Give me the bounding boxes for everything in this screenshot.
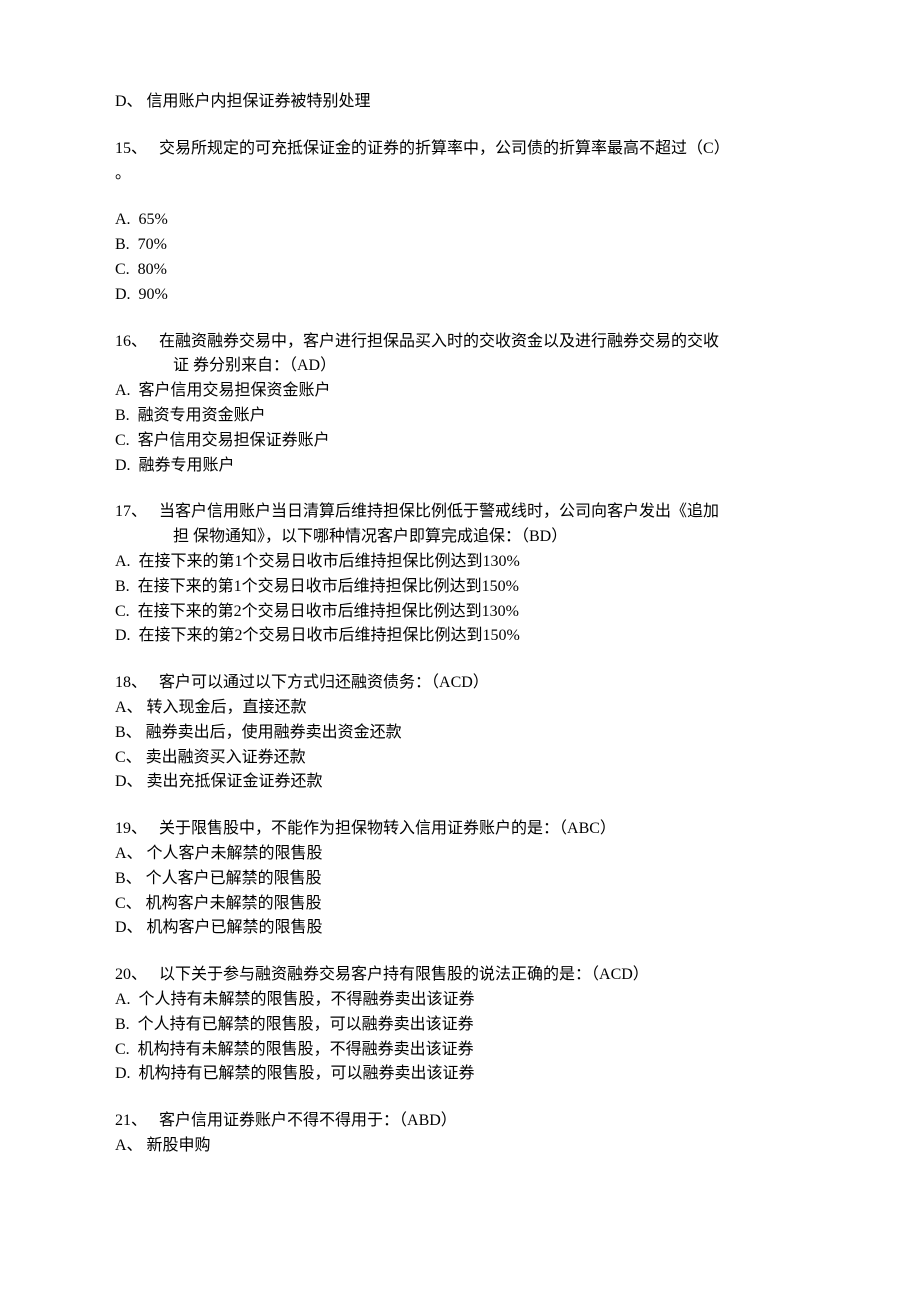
q15-opt-a: A. 65% [115,208,810,233]
question-16: 16、 在融资融券交易中，客户进行担保品买入时的交收资金以及进行融券交易的交收 … [115,330,810,479]
q21-stem-text: 客户信用证券账户不得不得用于：（ABD） [147,1112,457,1129]
q18-stem-text: 客户可以通过以下方式归还融资债务：（ACD） [147,674,489,691]
q17-opt-b: B. 在接下来的第1个交易日收市后维持担保比例达到150% [115,575,810,600]
q19-stem: 19、 关于限售股中，不能作为担保物转入信用证券账户的是：（ABC） [115,817,810,842]
question-18: 18、 客户可以通过以下方式归还融资债务：（ACD） A、 转入现金后，直接还款… [115,671,810,795]
q15-stem-text: 交易所规定的可充抵保证金的证券的折算率中，公司债的折算率最高不超过（C） [147,140,730,157]
q16-stem-text: 在融资融券交易中，客户进行担保品买入时的交收资金以及进行融券交易的交收 [147,333,719,350]
q21-stem: 21、 客户信用证券账户不得不得用于：（ABD） [115,1109,810,1134]
q16-opt-a: A. 客户信用交易担保资金账户 [115,379,810,404]
q18-opt-b: B、 融券卖出后，使用融券卖出资金还款 [115,721,810,746]
q15-stem-cont: 。 [115,162,810,187]
q17-opt-a: A. 在接下来的第1个交易日收市后维持担保比例达到130% [115,550,810,575]
q21-num: 21、 [115,1112,147,1129]
q16-opt-c: C. 客户信用交易担保证券账户 [115,429,810,454]
q15-opt-d: D. 90% [115,283,810,308]
q16-num: 16、 [115,333,147,350]
q16-stem: 16、 在融资融券交易中，客户进行担保品买入时的交收资金以及进行融券交易的交收 [115,330,810,355]
q20-stem-text: 以下关于参与融资融券交易客户持有限售股的说法正确的是：（ACD） [147,966,649,983]
q19-opt-c: C、 机构客户未解禁的限售股 [115,892,810,917]
q20-opt-c: C. 机构持有未解禁的限售股，不得融券卖出该证券 [115,1038,810,1063]
question-20: 20、 以下关于参与融资融券交易客户持有限售股的说法正确的是：（ACD） A. … [115,963,810,1087]
q16-stem-cont: 证 券分别来自：（AD） [115,354,810,379]
q16-opt-b: B. 融资专用资金账户 [115,404,810,429]
q16-opt-d: D. 融券专用账户 [115,454,810,479]
q17-num: 17、 [115,503,147,520]
q18-num: 18、 [115,674,147,691]
q19-num: 19、 [115,820,147,837]
q15-opt-c: C. 80% [115,258,810,283]
q18-opt-c: C、 卖出融资买入证券还款 [115,746,810,771]
option-d: D、 信用账户内担保证券被特别处理 [115,90,810,115]
pre-q15-option: D、 信用账户内担保证券被特别处理 [115,90,810,115]
q19-opt-a: A、 个人客户未解禁的限售股 [115,842,810,867]
q18-stem: 18、 客户可以通过以下方式归还融资债务：（ACD） [115,671,810,696]
q20-opt-d: D. 机构持有已解禁的限售股，可以融券卖出该证券 [115,1062,810,1087]
q19-stem-text: 关于限售股中，不能作为担保物转入信用证券账户的是：（ABC） [147,820,616,837]
q20-opt-b: B. 个人持有已解禁的限售股，可以融券卖出该证券 [115,1013,810,1038]
q17-stem: 17、 当客户信用账户当日清算后维持担保比例低于警戒线时，公司向客户发出《追加 [115,500,810,525]
q20-opt-a: A. 个人持有未解禁的限售股，不得融券卖出该证券 [115,988,810,1013]
q21-opt-a: A、 新股申购 [115,1134,810,1159]
q18-opt-d: D、 卖出充抵保证金证券还款 [115,770,810,795]
q19-opt-b: B、 个人客户已解禁的限售股 [115,867,810,892]
q20-num: 20、 [115,966,147,983]
q17-opt-d: D. 在接下来的第2个交易日收市后维持担保比例达到150% [115,624,810,649]
question-17: 17、 当客户信用账户当日清算后维持担保比例低于警戒线时，公司向客户发出《追加 … [115,500,810,649]
question-15: 15、 交易所规定的可充抵保证金的证券的折算率中，公司债的折算率最高不超过（C）… [115,137,810,308]
q20-stem: 20、 以下关于参与融资融券交易客户持有限售股的说法正确的是：（ACD） [115,963,810,988]
q18-opt-a: A、 转入现金后，直接还款 [115,696,810,721]
q17-stem-text: 当客户信用账户当日清算后维持担保比例低于警戒线时，公司向客户发出《追加 [147,503,719,520]
question-19: 19、 关于限售股中，不能作为担保物转入信用证券账户的是：（ABC） A、 个人… [115,817,810,941]
q15-num: 15、 [115,140,147,157]
q17-opt-c: C. 在接下来的第2个交易日收市后维持担保比例达到130% [115,600,810,625]
q19-opt-d: D、 机构客户已解禁的限售股 [115,916,810,941]
question-21: 21、 客户信用证券账户不得不得用于：（ABD） A、 新股申购 [115,1109,810,1159]
q17-stem-cont: 担 保物通知》，以下哪种情况客户即算完成追保：（BD） [115,525,810,550]
q15-stem: 15、 交易所规定的可充抵保证金的证券的折算率中，公司债的折算率最高不超过（C） [115,137,810,162]
q15-opt-b: B. 70% [115,233,810,258]
